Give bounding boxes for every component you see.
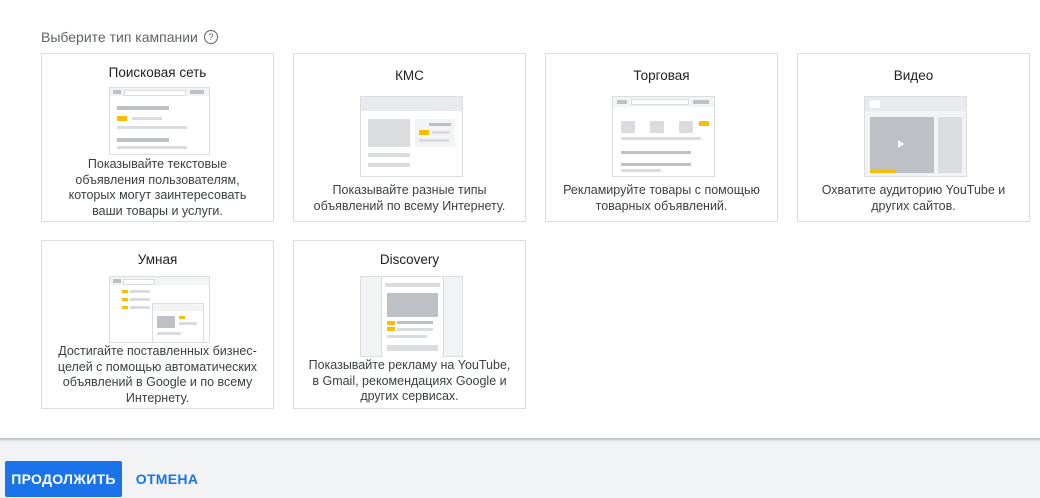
card-discovery[interactable]: Discovery Показывайте рекламу на YouTube… (293, 240, 526, 409)
card-title: Умная (137, 252, 178, 267)
display-illustration (360, 96, 463, 177)
help-circle-icon[interactable]: ? (203, 30, 218, 44)
card-display-network[interactable]: КМС Показывайте разные типы объявлений п… (293, 53, 526, 222)
card-shopping[interactable]: Торговая Рекламируйте товары с помощью т… (545, 53, 778, 222)
card-smart[interactable]: Умная Достигайте поставленных бизнес- це… (41, 240, 274, 409)
desc-line: Охватите аудиторию YouTube и (821, 183, 1006, 197)
heading-text: Выберите тип кампании (41, 29, 198, 45)
card-title: Discovery (379, 252, 440, 267)
desc-line: Показывайте рекламу на YouTube, (308, 358, 511, 372)
card-title: Видео (893, 68, 934, 83)
video-illustration (864, 96, 967, 177)
card-video[interactable]: Видео Охватите аудиторию YouTube и други… (797, 53, 1030, 222)
desc-line: ваши товары и услуги. (92, 203, 223, 218)
desc-line: Интернету. (125, 390, 190, 405)
card-title: Поисковая сеть (108, 65, 207, 80)
desc-line: объявлений в Google и по всему (62, 375, 253, 389)
desc-line: Достигайте поставленных бизнес- (58, 344, 257, 358)
card-description: Показывайте разные типы объявлений по вс… (302, 183, 517, 214)
play-icon (898, 140, 904, 148)
desc-line: других сервисах. (360, 389, 459, 403)
card-description: Рекламируйте товары с помощью товарных о… (554, 183, 769, 214)
campaign-type-heading: Выберите тип кампании ? (41, 29, 218, 45)
desc-line: которых могут заинтересовать (68, 188, 247, 202)
discovery-illustration (360, 276, 463, 357)
desc-line: объявления пользователям, (75, 172, 240, 187)
card-title: КМС (395, 68, 424, 83)
desc-line: в Gmail, рекомендациях Google и (312, 373, 507, 388)
card-description: Достигайте поставленных бизнес- целей с … (50, 344, 265, 406)
desc-line: других сайтов. (871, 198, 956, 213)
desc-line: Рекламируйте товары с помощью (563, 183, 760, 197)
smart-illustration (109, 276, 210, 343)
cancel-button[interactable]: ОТМЕНА (128, 461, 206, 497)
desc-line: объявлений по всему Интернету. (313, 198, 506, 213)
card-description: Показывайте рекламу на YouTube, в Gmail,… (302, 358, 517, 405)
desc-line: Показывайте текстовые (87, 157, 228, 171)
search-illustration (109, 87, 210, 155)
card-search-network[interactable]: Поисковая сеть Показывайте текстовые объ… (41, 53, 274, 222)
desc-line: товарных объявлений. (595, 198, 728, 213)
continue-button[interactable]: ПРОДОЛЖИТЬ (5, 461, 122, 497)
campaign-type-panel: Выберите тип кампании ? Поисковая сеть П… (0, 0, 1040, 438)
desc-line: Показывайте разные типы (332, 183, 487, 197)
card-title: Торговая (633, 68, 690, 83)
card-description: Показывайте текстовые объявления пользов… (50, 157, 265, 219)
desc-line: целей с помощью автоматических (57, 359, 258, 374)
card-description: Охватите аудиторию YouTube и других сайт… (806, 183, 1021, 214)
shopping-illustration (612, 96, 715, 177)
